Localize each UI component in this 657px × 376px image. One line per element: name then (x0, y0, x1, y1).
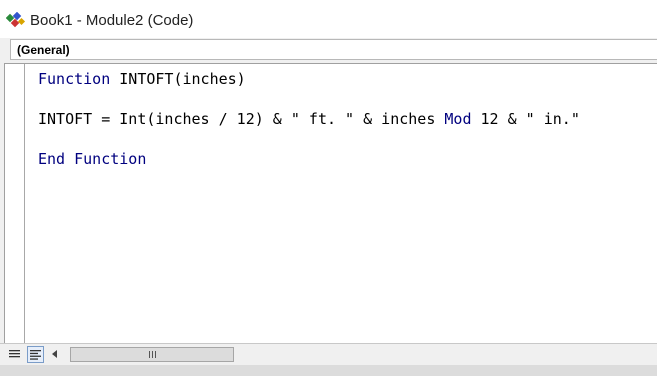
code-text: 12 & " in." (471, 110, 580, 128)
code-keyword: End Function (38, 150, 147, 168)
horizontal-scrollbar[interactable] (62, 346, 657, 363)
vba-module-icon (5, 11, 26, 28)
procedure-view-icon (9, 350, 20, 358)
scroll-grip-icon (148, 351, 156, 358)
object-combo-value: (General) (17, 43, 70, 57)
title-bar: Book1 - Module2 (Code) (0, 0, 657, 39)
code-keyword: Function (38, 70, 111, 88)
full-module-view-icon (30, 349, 41, 360)
object-selector-bar: (General) (0, 38, 657, 63)
code-line[interactable] (38, 89, 580, 109)
code-text: INTOFT = Int(inches / 12) & " ft. " & in… (38, 110, 445, 128)
editor-footer (0, 343, 657, 365)
code-text: INTOFT(inches) (110, 70, 246, 88)
window-bottom-edge (0, 365, 657, 376)
horizontal-scroll-thumb[interactable] (70, 347, 234, 362)
code-line[interactable]: End Function (38, 149, 580, 169)
code-keyword: Mod (444, 110, 472, 128)
code-line[interactable] (38, 129, 580, 149)
code-line[interactable]: INTOFT = Int(inches / 12) & " ft. " & in… (38, 109, 580, 129)
margin-indicator-bar[interactable] (5, 64, 25, 343)
code-editor[interactable]: Function INTOFT(inches) INTOFT = Int(inch… (4, 63, 657, 343)
object-combo[interactable]: (General) (10, 39, 657, 60)
code-line[interactable]: Function INTOFT(inches) (38, 69, 580, 89)
full-module-view-button[interactable] (27, 346, 44, 363)
procedure-view-button[interactable] (6, 346, 23, 363)
window-title: Book1 - Module2 (Code) (30, 12, 194, 29)
scroll-left-arrow-icon[interactable] (52, 350, 57, 358)
code-area[interactable]: Function INTOFT(inches) INTOFT = Int(inch… (38, 69, 580, 169)
